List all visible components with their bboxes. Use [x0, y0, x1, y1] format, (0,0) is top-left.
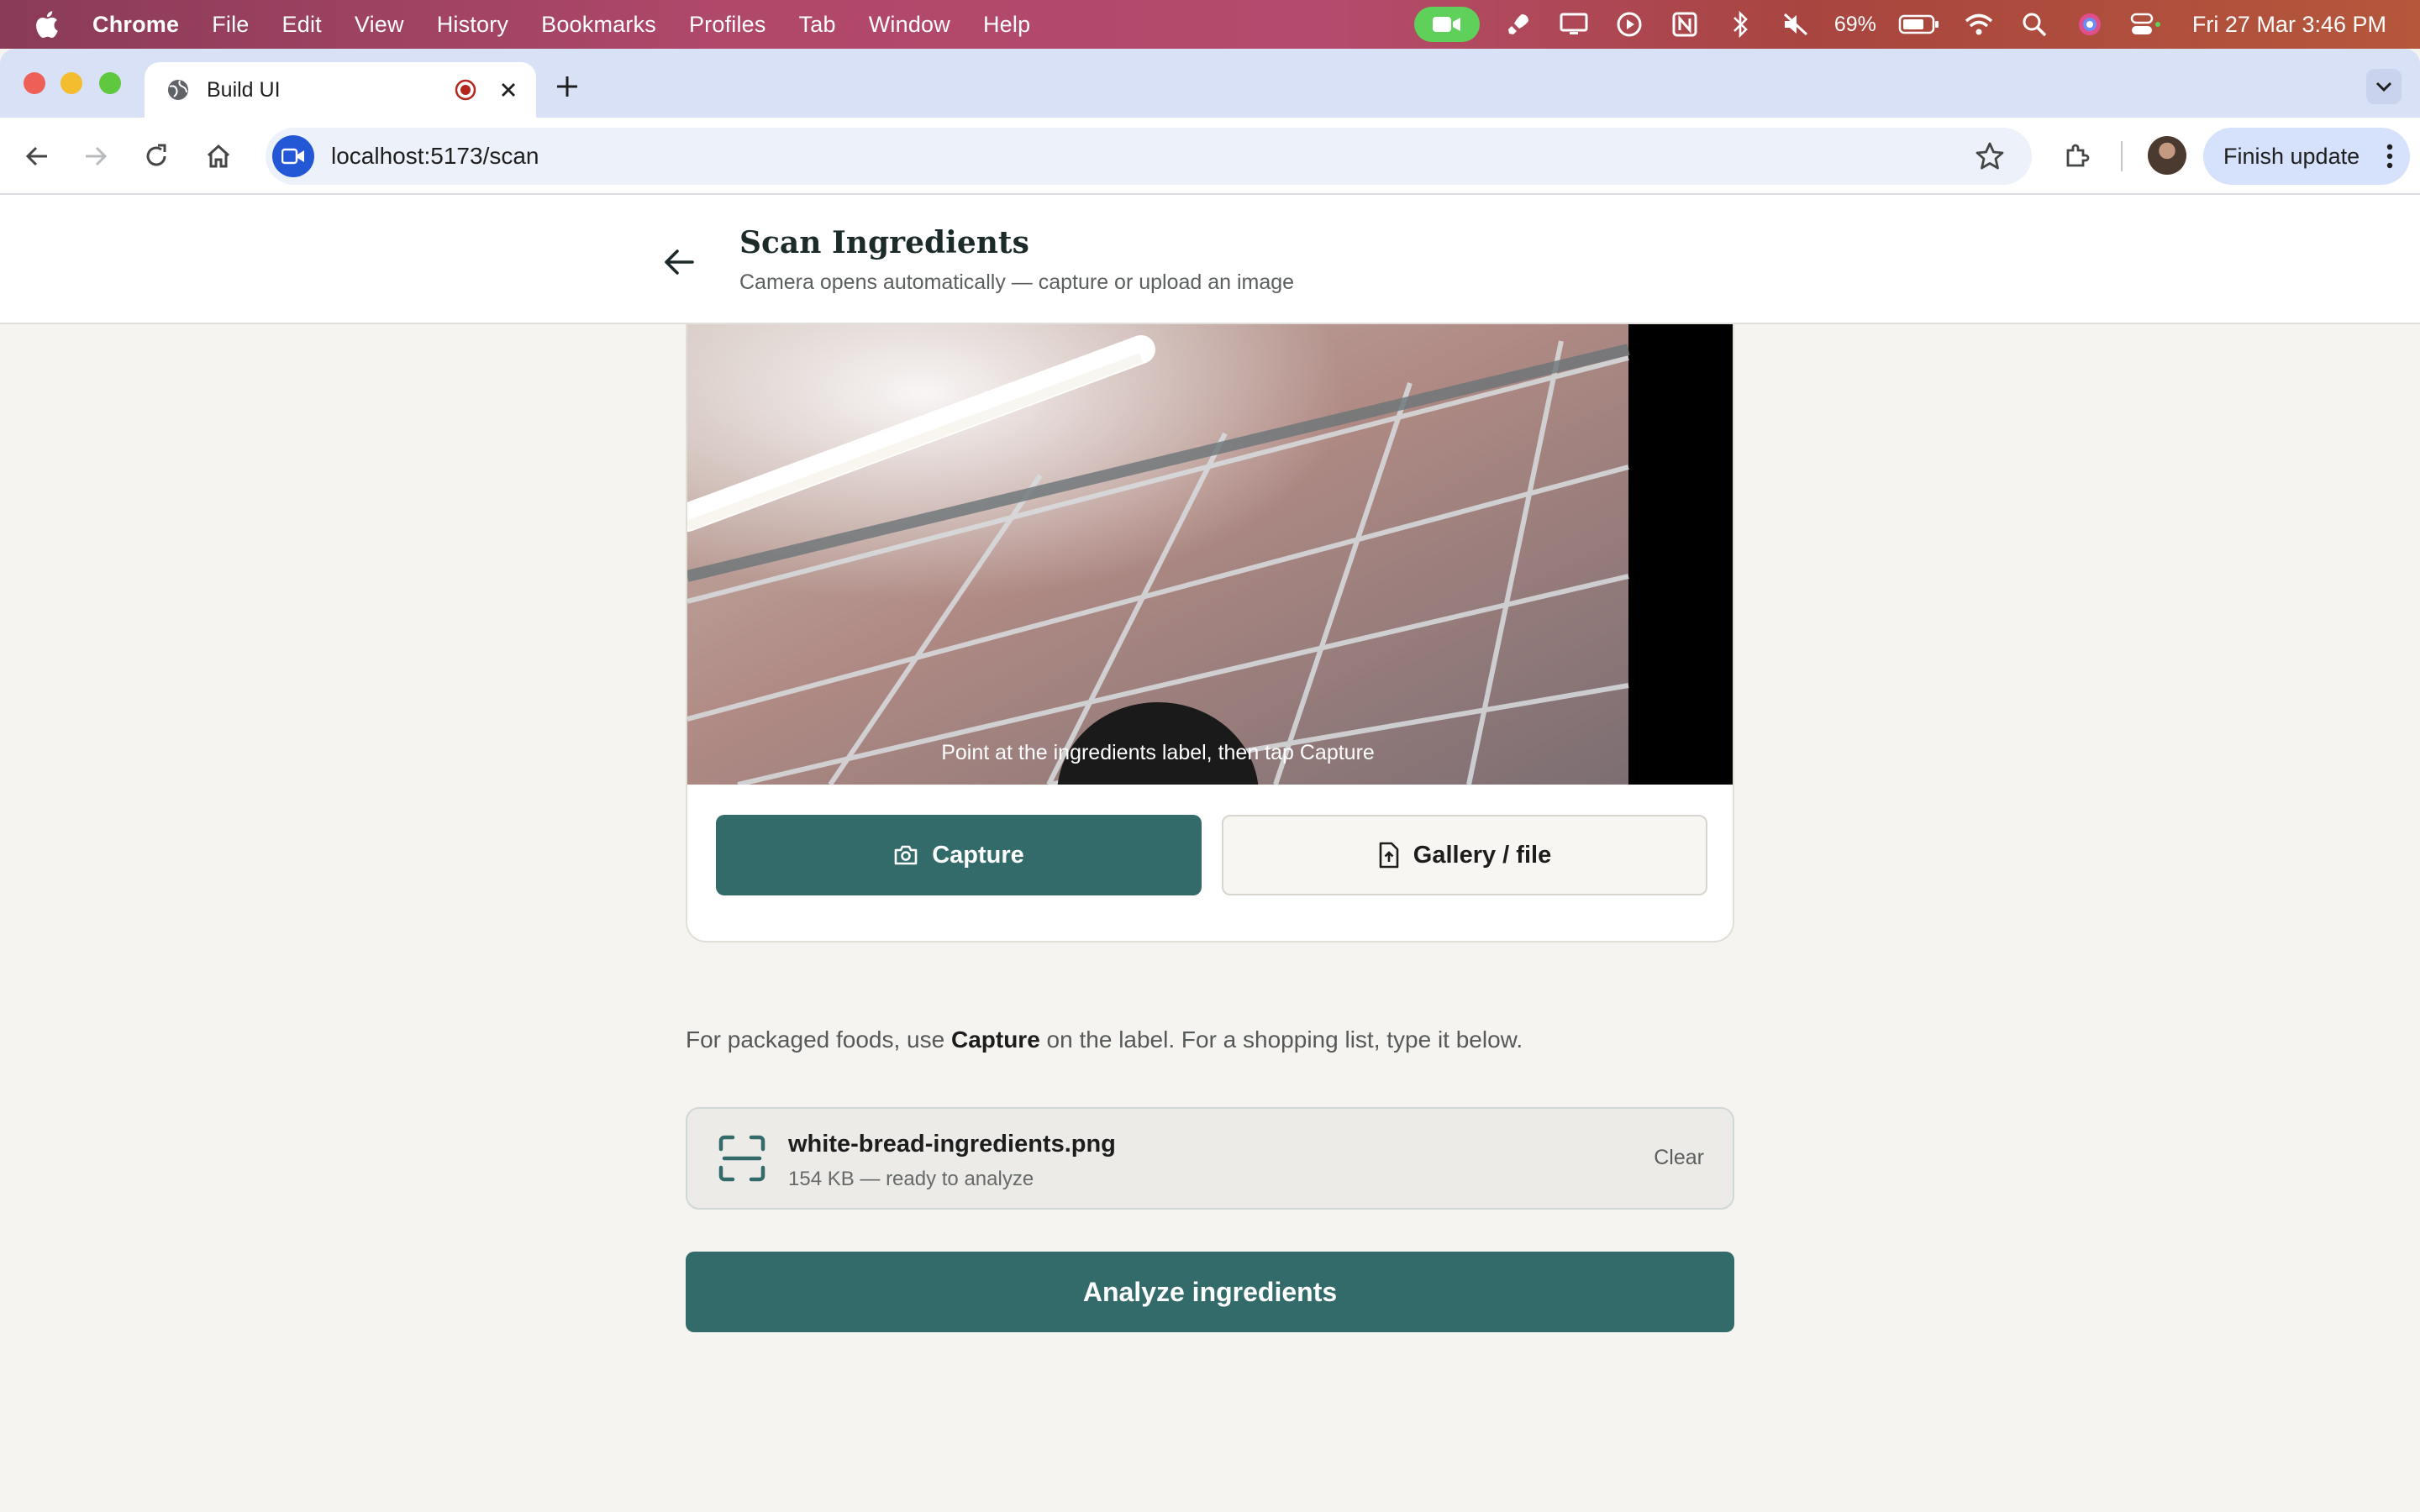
address-bar[interactable]: localhost:5173/scan	[266, 128, 2032, 185]
camera-feed-image	[687, 324, 1733, 785]
menu-file[interactable]: File	[212, 12, 249, 38]
menu-edit[interactable]: Edit	[282, 12, 322, 38]
menu-tab[interactable]: Tab	[799, 12, 836, 38]
file-upload-icon	[1379, 842, 1399, 869]
menu-view[interactable]: View	[355, 12, 404, 38]
menu-window[interactable]: Window	[869, 12, 950, 38]
page-header: Scan Ingredients Camera opens automatica…	[0, 195, 2420, 324]
scan-frame-icon	[718, 1135, 765, 1182]
clear-file-button[interactable]: Clear	[1654, 1146, 1704, 1170]
page-content: Scan Ingredients Camera opens automatica…	[0, 195, 2420, 1512]
recording-indicator-icon	[455, 79, 476, 101]
camera-in-use-icon[interactable]	[272, 135, 314, 177]
window-minimize-button[interactable]	[60, 72, 82, 94]
camera-hint: Point at the ingredients label, then tap…	[941, 741, 1375, 764]
arrow-left-icon	[25, 146, 47, 166]
gallery-button-label: Gallery / file	[1413, 841, 1552, 869]
page-subtitle: Camera opens automatically — capture or …	[739, 270, 1295, 294]
tab-title: Build UI	[207, 77, 281, 102]
browser-tab-active[interactable]: Build UI	[145, 62, 536, 118]
selected-file-card: white-bread-ingredients.png 154 KB — rea…	[686, 1107, 1734, 1210]
menu-app-name[interactable]: Chrome	[92, 12, 179, 38]
back-button[interactable]	[20, 139, 54, 173]
wifi-icon[interactable]	[1962, 8, 1996, 41]
capture-button[interactable]: Capture	[716, 815, 1202, 895]
reload-button[interactable]	[139, 139, 173, 173]
browser-window: Build UI localhost:5173/scan Finish upda…	[0, 49, 2420, 1512]
rocket-icon[interactable]	[1502, 8, 1535, 41]
puzzle-piece-icon	[2066, 144, 2090, 167]
forward-button[interactable]	[79, 139, 113, 173]
globe-icon	[168, 80, 188, 100]
back-arrow-icon[interactable]	[662, 245, 696, 279]
home-icon	[207, 144, 230, 168]
arrow-right-icon	[86, 146, 108, 166]
camera-preview: Point at the ingredients label, then tap…	[687, 324, 1733, 785]
facetime-icon[interactable]	[1413, 7, 1480, 42]
chevron-down-icon	[2375, 81, 2392, 92]
extensions-button[interactable]	[2060, 139, 2094, 173]
menu-help[interactable]: Help	[983, 12, 1030, 38]
control-center-icon[interactable]	[2128, 8, 2162, 41]
new-tab-icon[interactable]	[555, 74, 580, 99]
address-bar-url[interactable]: localhost:5173/scan	[331, 143, 539, 170]
more-menu-icon	[2386, 144, 2393, 169]
bookmark-star-icon[interactable]	[1975, 141, 2005, 171]
capture-button-label: Capture	[932, 841, 1024, 869]
play-icon[interactable]	[1612, 8, 1646, 41]
spotlight-search-icon[interactable]	[2018, 8, 2051, 41]
menu-profiles[interactable]: Profiles	[689, 12, 766, 38]
battery-icon[interactable]	[1898, 8, 1940, 41]
apple-icon[interactable]	[34, 10, 59, 39]
camera-card: Point at the ingredients label, then tap…	[686, 324, 1734, 942]
finish-update-label: Finish update	[2223, 143, 2360, 169]
close-tab-icon[interactable]	[497, 79, 519, 101]
volume-muted-icon[interactable]	[1779, 8, 1812, 41]
menu-bookmarks[interactable]: Bookmarks	[541, 12, 656, 38]
file-name: white-bread-ingredients.png	[788, 1131, 1116, 1158]
bluetooth-icon[interactable]	[1723, 8, 1757, 41]
macos-menubar: Chrome File Edit View History Bookmarks …	[0, 0, 2420, 49]
notion-icon[interactable]	[1668, 8, 1702, 41]
browser-toolbar: localhost:5173/scan Finish update	[0, 118, 2420, 195]
home-button[interactable]	[202, 139, 235, 173]
menubar-clock[interactable]: Fri 27 Mar 3:46 PM	[2192, 12, 2386, 38]
reload-icon	[146, 144, 166, 166]
gallery-file-button[interactable]: Gallery / file	[1222, 815, 1707, 895]
finish-update-button[interactable]: Finish update	[2203, 128, 2410, 185]
tab-strip: Build UI	[0, 49, 2420, 118]
tab-search-button[interactable]	[2366, 69, 2402, 104]
window-zoom-button[interactable]	[99, 72, 121, 94]
camera-icon	[894, 845, 918, 865]
note-capture-emphasis: Capture	[950, 1026, 1040, 1053]
note-prefix: For packaged foods, use	[686, 1026, 951, 1053]
page-title: Scan Ingredients	[739, 225, 1029, 260]
battery-percentage: 69%	[1833, 12, 1876, 36]
analyze-ingredients-button[interactable]: Analyze ingredients	[686, 1252, 1734, 1332]
note-suffix: on the label. For a shopping list, type …	[1039, 1026, 1523, 1053]
menubar-status-area: 69% Fri 27 Mar 3:46 PM	[1413, 0, 2386, 49]
file-status: 154 KB — ready to analyze	[788, 1168, 1034, 1190]
siri-icon[interactable]	[2073, 8, 2107, 41]
menu-history[interactable]: History	[437, 12, 508, 38]
window-close-button[interactable]	[24, 72, 45, 94]
toolbar-divider	[2121, 141, 2123, 171]
display-icon[interactable]	[1557, 8, 1591, 41]
profile-avatar[interactable]	[2148, 136, 2186, 175]
instruction-note: For packaged foods, use Capture on the l…	[686, 1026, 1523, 1053]
